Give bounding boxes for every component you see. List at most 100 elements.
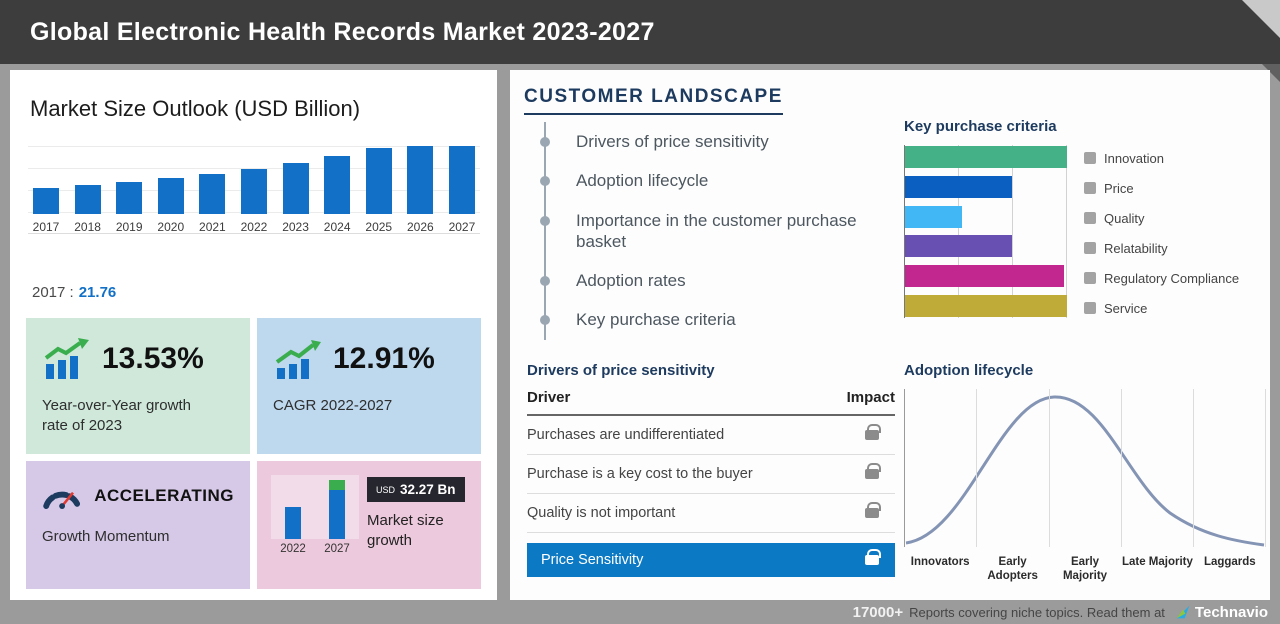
lock-icon <box>865 469 879 479</box>
bar-group: 2018 <box>70 146 106 234</box>
lock-icon <box>865 430 879 440</box>
key-purchase-criteria-section: Key purchase criteria InnovationPriceQua… <box>904 118 1239 327</box>
x-axis-label: 2027 <box>449 220 476 234</box>
drivers-section: Drivers of price sensitivity Driver Impa… <box>527 362 895 577</box>
corner-fold <box>1242 0 1280 38</box>
base-year-value: 21.76 <box>79 284 117 301</box>
mini-growth-bar <box>329 480 345 539</box>
technavio-wordmark: Technavio <box>1195 604 1268 621</box>
driver-row: Purchase is a key cost to the buyer <box>527 455 895 494</box>
mini-growth-labels: 20222027 <box>271 543 359 555</box>
x-axis-label: 2018 <box>74 220 101 234</box>
lifecycle-stage-label: Laggards <box>1194 547 1266 584</box>
mini-growth-chart: 20222027 <box>271 475 359 555</box>
legend-item: Relatability <box>1084 237 1239 259</box>
footer: 17000+ Reports covering niche topics. Re… <box>0 600 1280 624</box>
landscape-item: Adoption rates <box>546 261 864 300</box>
lifecycle-stage-label: Late Majority <box>1121 547 1193 584</box>
x-axis-label: 2025 <box>365 220 392 234</box>
customer-landscape-panel: CUSTOMER LANDSCAPE Drivers of price sens… <box>510 70 1270 600</box>
lifecycle-labels: InnovatorsEarly AdoptersEarly MajorityLa… <box>904 547 1266 584</box>
infographic-page: Global Electronic Health Records Market … <box>0 0 1280 624</box>
cagr-growth-icon <box>273 338 321 380</box>
market-size-bar <box>449 146 475 214</box>
landscape-item: Key purchase criteria <box>546 300 864 339</box>
lifecycle-curve <box>906 397 1264 545</box>
driver-row: Purchases are undifferentiated <box>527 416 895 455</box>
lifecycle-curve-svg <box>904 389 1266 547</box>
criteria-bar <box>905 235 1012 257</box>
legend-label: Service <box>1104 301 1147 316</box>
x-axis-label: 2027 <box>315 543 359 555</box>
market-size-bars: 2017201820192020202120222023202420252026… <box>28 146 480 234</box>
bar-group: 2023 <box>278 146 314 234</box>
bar-group: 2024 <box>319 146 355 234</box>
momentum-card: ACCELERATING Growth Momentum <box>26 461 250 589</box>
adoption-lifecycle-title: Adoption lifecycle <box>904 362 1268 379</box>
legend-item: Price <box>1084 177 1239 199</box>
market-size-bar <box>407 146 433 214</box>
bar-group: 2017 <box>28 146 64 234</box>
currency-label: USD <box>376 485 395 495</box>
growth-desc: Market size growth <box>367 511 467 552</box>
x-axis-label: 2024 <box>324 220 351 234</box>
legend-label: Regulatory Compliance <box>1104 271 1239 286</box>
momentum-value: ACCELERATING <box>94 486 234 506</box>
cagr-value: 12.91% <box>333 342 435 376</box>
gridline <box>1193 389 1194 547</box>
market-size-bar <box>75 185 101 214</box>
legend-item: Quality <box>1084 207 1239 229</box>
base-year-label: 2017 : <box>32 284 74 301</box>
adoption-lifecycle-chart: InnovatorsEarly AdoptersEarly MajorityLa… <box>904 389 1266 584</box>
bar-group: 2027 <box>444 146 480 234</box>
legend-item: Service <box>1084 297 1239 319</box>
market-size-bar <box>241 169 267 214</box>
report-count: 17000+ <box>853 604 903 621</box>
kpc-legend: Innovation Price Quality Relatability Regula… <box>1084 145 1239 327</box>
x-axis-label: 2017 <box>33 220 60 234</box>
legend-swatch-icon <box>1084 272 1096 284</box>
speedometer-icon <box>42 481 82 511</box>
legend-label: Relatability <box>1104 241 1168 256</box>
yoy-desc: Year-over-Year growth rate of 2023 <box>42 396 217 437</box>
gridline <box>1121 389 1122 547</box>
technavio-logo: Technavio <box>1175 604 1268 621</box>
momentum-desc: Growth Momentum <box>42 527 217 547</box>
market-growth-badge: USD 32.27 Bn <box>367 477 465 502</box>
legend-item: Regulatory Compliance <box>1084 267 1239 289</box>
market-size-bar <box>283 163 309 214</box>
legend-label: Quality <box>1104 211 1144 226</box>
lifecycle-stage-label: Early Majority <box>1049 547 1121 584</box>
driver-column-header: Driver <box>527 389 570 406</box>
axis-line <box>904 389 905 547</box>
yoy-growth-card: 13.53% Year-over-Year growth rate of 202… <box>26 318 250 454</box>
price-sensitivity-row: Price Sensitivity <box>527 543 895 577</box>
gridline <box>1049 389 1050 547</box>
stat-cards: 13.53% Year-over-Year growth rate of 202… <box>26 318 481 589</box>
driver-row: Quality is not important <box>527 494 895 533</box>
gridline <box>1265 389 1266 547</box>
base-year-line: 2017 : 21.76 <box>32 284 116 301</box>
criteria-bar <box>905 295 1067 317</box>
market-size-bar <box>324 156 350 214</box>
market-size-bar <box>366 148 392 214</box>
drivers-table-body: Purchases are undifferentiated Purchase i… <box>527 416 895 533</box>
market-size-bar <box>116 182 142 214</box>
price-sensitivity-label: Price Sensitivity <box>541 552 643 568</box>
legend-item: Innovation <box>1084 147 1239 169</box>
bar-growth-icon <box>42 338 90 380</box>
kpc-bars <box>905 145 1067 318</box>
x-axis-label: 2026 <box>407 220 434 234</box>
market-size-bar <box>158 178 184 214</box>
drivers-table-header: Driver Impact <box>527 389 895 416</box>
market-size-title: Market Size Outlook (USD Billion) <box>30 96 360 122</box>
driver-label: Quality is not important <box>527 505 675 521</box>
x-axis-label: 2022 <box>241 220 268 234</box>
x-axis-label: 2022 <box>271 543 315 555</box>
criteria-bar <box>905 206 962 228</box>
customer-landscape-list: Drivers of price sensitivityAdoption lif… <box>544 122 864 340</box>
mini-growth-bars <box>271 475 359 539</box>
driver-label: Purchase is a key cost to the buyer <box>527 466 753 482</box>
legend-swatch-icon <box>1084 182 1096 194</box>
market-size-bar <box>199 174 225 214</box>
